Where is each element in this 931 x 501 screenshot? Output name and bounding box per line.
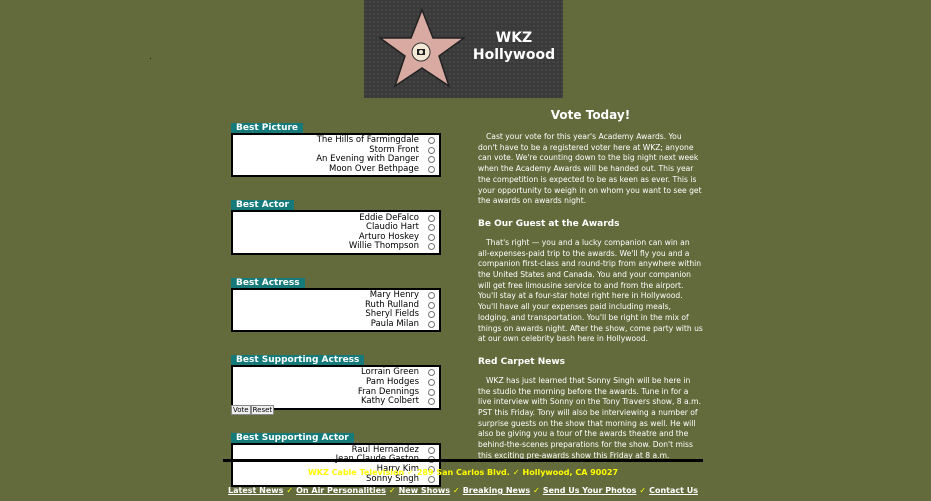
nominee-row[interactable]: Mary Henry <box>233 291 435 301</box>
logo-line2: Hollywood <box>472 47 556 63</box>
nominee-box: The Hills of Farmingdale Storm Front An Ev… <box>231 133 441 178</box>
section-heading-red-carpet: Red Carpet News <box>478 356 566 367</box>
address-city: Hollywood, CA 90027 <box>522 468 619 477</box>
nominee-radio[interactable] <box>428 388 435 396</box>
check-icon: ✓ <box>388 486 396 495</box>
category-title: Best Picture <box>231 123 304 133</box>
section-body-guest: That's right — you and a lucky companion… <box>478 237 703 344</box>
nominee-row[interactable]: Paula Milan <box>233 318 435 330</box>
nominee-radio[interactable] <box>428 214 435 222</box>
nav-breaking-news[interactable]: Breaking News <box>463 486 530 495</box>
nominee-name: Kathy Colbert <box>360 396 419 407</box>
ballot-category: Best Actor Eddie DeFalco Claudio Hart Artur… <box>231 191 441 255</box>
nominee-radio[interactable] <box>428 320 435 328</box>
check-icon: ✓ <box>533 486 540 495</box>
vote-button[interactable]: Vote <box>231 405 251 415</box>
nominee-radio[interactable] <box>428 156 435 164</box>
ballot-actions: Vote Reset <box>231 397 275 416</box>
category-title: Best Supporting Actor <box>231 432 354 443</box>
nav-contact-us[interactable]: Contact Us <box>649 486 698 495</box>
ballot-category: Best Supporting ActorRaul HernandezJean … <box>231 424 441 487</box>
nominee-radio[interactable] <box>428 166 435 174</box>
check-icon: ✓ <box>639 486 647 495</box>
reset-button[interactable]: Reset <box>250 405 275 415</box>
nominee-box: Raul HernandezJean Claude GastonHarry Ki… <box>231 442 441 487</box>
awards-ballot-form: Best Picture The Hills of Farmingdale Stor… <box>231 114 441 501</box>
nominee-name: Willie Thompson <box>348 241 419 252</box>
nominee-radio[interactable] <box>428 233 435 241</box>
check-icon: ✓ <box>407 468 414 477</box>
ballot-category: Best Actress Mary Henry Ruth Rulland Sheryl… <box>231 269 441 333</box>
hollywood-star-icon <box>377 8 467 88</box>
article-title: Vote Today! <box>550 108 631 122</box>
wkz-hollywood-logo: WKZ Hollywood <box>364 0 563 98</box>
article-intro: Cast your vote for this year's Academy A… <box>478 132 702 206</box>
stray-dot <box>150 58 151 59</box>
footer-nav: Latest News ✓ On Air Personalities ✓ New Sho… <box>223 486 703 495</box>
nominee-radio[interactable] <box>428 369 435 377</box>
nav-send-photos[interactable]: Send Us Your Photos <box>543 486 637 495</box>
nominee-radio[interactable] <box>428 292 435 300</box>
nominee-radio[interactable] <box>428 243 435 251</box>
nav-new-shows[interactable]: New Shows <box>399 486 450 495</box>
nominee-name: Mary Henry <box>369 290 419 301</box>
footer-address: WKZ Cable Television ✓ 289 San Carlos Blvd… <box>223 468 703 477</box>
nominee-radio[interactable] <box>428 146 435 154</box>
section-body-red-carpet: WKZ has just learned that Sonny Singh wi… <box>478 375 701 460</box>
ballot-category: Best Picture The Hills of Farmingdale Stor… <box>231 114 441 178</box>
nav-latest-news[interactable]: Latest News <box>228 486 283 495</box>
nominee-name: Paula Milan <box>370 318 419 329</box>
nominee-name: Sheryl Fields <box>365 309 419 320</box>
category-title: Best Actress <box>231 277 305 288</box>
category-title: Best Actor <box>231 200 294 211</box>
nominee-radio[interactable] <box>428 446 435 454</box>
nominee-name: The Hills of Farmingdale <box>316 135 419 146</box>
nominee-row[interactable]: Moon Over Bethpage <box>233 165 435 175</box>
check-icon: ✓ <box>286 486 294 495</box>
section-heading-guest: Be Our Guest at the Awards <box>478 218 620 229</box>
nominee-radio[interactable] <box>428 398 435 406</box>
main-article: Vote Today! Cast your vote for this year… <box>478 108 703 462</box>
nominee-name: Claudio Hart <box>366 222 419 233</box>
nominee-radio[interactable] <box>428 379 435 387</box>
category-title: Best Supporting Actress <box>231 355 365 366</box>
nominee-row[interactable]: Pam Hodges <box>233 378 435 388</box>
nominee-radio[interactable] <box>428 224 435 232</box>
nav-on-air-personalities[interactable]: On Air Personalities <box>296 486 386 495</box>
nominee-box: Eddie DeFalco Claudio Hart Arturo Hoskey Wi… <box>231 210 441 255</box>
check-icon: ✓ <box>452 486 460 495</box>
nominee-radio[interactable] <box>428 311 435 319</box>
address-street: 289 San Carlos Blvd. <box>416 468 510 477</box>
nominee-radio[interactable] <box>428 301 435 309</box>
address-station: WKZ Cable Television <box>307 468 405 477</box>
nominee-name: Moon Over Bethpage <box>329 164 419 175</box>
logo-line1: WKZ <box>495 30 533 46</box>
nominee-box: Mary Henry Ruth Rulland Sheryl Fields Paula… <box>231 287 441 333</box>
nominee-row[interactable]: Willie Thompson <box>233 242 435 252</box>
nominee-radio[interactable] <box>428 137 435 145</box>
footer-divider <box>223 459 703 462</box>
nominee-name: Pam Hodges <box>366 377 419 388</box>
check-icon: ✓ <box>512 468 520 477</box>
